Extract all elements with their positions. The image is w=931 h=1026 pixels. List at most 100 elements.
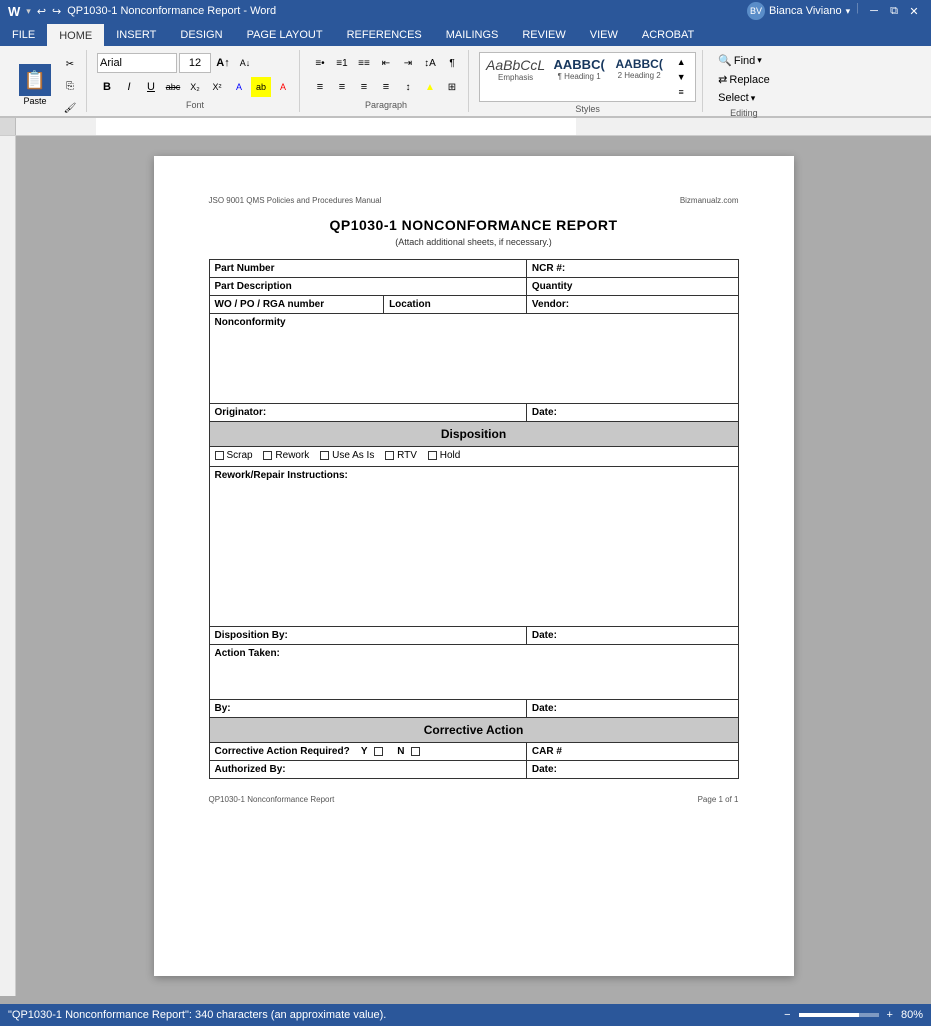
style-heading1[interactable]: AABBC( ¶ Heading 1: [549, 55, 609, 99]
ruler: [0, 118, 931, 136]
tab-references[interactable]: REFERENCES: [335, 24, 434, 46]
corrective-action-header: Corrective Action: [209, 718, 738, 743]
tab-acrobat[interactable]: ACROBAT: [630, 24, 706, 46]
justify-button[interactable]: ≡: [376, 77, 396, 97]
originator-label: Originator:: [209, 404, 526, 422]
document-title: QP1030-1 NONCONFORMANCE REPORT: [209, 217, 739, 233]
style-emphasis[interactable]: AaBbCcL Emphasis: [482, 55, 549, 99]
font-shrink-button[interactable]: A↓: [235, 53, 255, 73]
vendor-label: Vendor:: [526, 296, 738, 314]
decrease-indent-button[interactable]: ⇤: [376, 53, 396, 73]
copy-button[interactable]: ⎘: [60, 76, 80, 96]
styles-more[interactable]: ≡: [671, 84, 691, 99]
zoom-out-button[interactable]: −: [784, 1009, 790, 1021]
paste-button[interactable]: 📋 Paste: [12, 61, 58, 109]
quantity-label: Quantity: [526, 278, 738, 296]
replace-button[interactable]: ⇄ Replace: [713, 71, 775, 88]
part-number-label: Part Number: [209, 260, 526, 278]
bullets-button[interactable]: ≡•: [310, 53, 330, 73]
format-painter-button[interactable]: 🖌: [60, 98, 80, 118]
disposition-header: Disposition: [209, 422, 738, 447]
originator-date-label: Date:: [526, 404, 738, 422]
corrective-action-required-label: Corrective Action Required? Y N: [209, 743, 526, 761]
disposition-by-label: Disposition By:: [209, 627, 526, 645]
authorized-by-label: Authorized By:: [209, 761, 526, 779]
align-left-button[interactable]: ≡: [310, 77, 330, 97]
font-family-input[interactable]: [97, 53, 177, 73]
multilevel-list-button[interactable]: ≡≡: [354, 53, 374, 73]
styles-content: AaBbCcL Emphasis AABBC( ¶ Heading 1 AABB…: [479, 52, 696, 102]
n-label: N: [397, 746, 404, 757]
text-highlight-button[interactable]: ab: [251, 77, 271, 97]
status-text: "QP1030-1 Nonconformance Report": 340 ch…: [8, 1009, 386, 1021]
minimize-button[interactable]: ─: [865, 2, 883, 20]
restore-button[interactable]: ⧉: [885, 2, 903, 20]
action-taken-label: Action Taken:: [209, 645, 738, 700]
font-format-row: B I U abc X₂ X² A ab A: [97, 77, 293, 97]
find-button[interactable]: 🔍 Find ▾: [713, 52, 775, 69]
disposition-header-row: Disposition: [209, 422, 738, 447]
n-checkbox: [411, 747, 420, 756]
paragraph-group-label: Paragraph: [365, 98, 407, 110]
quick-access-redo[interactable]: ↪: [52, 5, 61, 18]
tab-page-layout[interactable]: PAGE LAYOUT: [235, 24, 335, 46]
text-effects-button[interactable]: A: [229, 77, 249, 97]
authorized-by-row: Authorized By: Date:: [209, 761, 738, 779]
zoom-track: [799, 1013, 859, 1017]
font-size-input[interactable]: [179, 53, 211, 73]
tab-insert[interactable]: INSERT: [104, 24, 168, 46]
align-center-button[interactable]: ≡: [332, 77, 352, 97]
subscript-button[interactable]: X₂: [185, 77, 205, 97]
document-subtitle: (Attach additional sheets, if necessary.…: [209, 237, 739, 247]
tab-design[interactable]: DESIGN: [168, 24, 234, 46]
editing-tools: 🔍 Find ▾ ⇄ Replace Select ▾: [713, 52, 775, 106]
page-container[interactable]: JSO 9001 QMS Policies and Procedures Man…: [16, 136, 931, 996]
tab-review[interactable]: REVIEW: [510, 24, 577, 46]
by-label: By:: [209, 700, 526, 718]
cut-button[interactable]: ✂: [60, 54, 80, 74]
tab-mailings[interactable]: MAILINGS: [434, 24, 511, 46]
superscript-button[interactable]: X²: [207, 77, 227, 97]
zoom-slider[interactable]: [799, 1013, 879, 1017]
user-dropdown-icon[interactable]: ▾: [846, 6, 851, 17]
numbering-button[interactable]: ≡1: [332, 53, 352, 73]
rework-instructions-row: Rework/Repair Instructions:: [209, 467, 738, 627]
align-right-button[interactable]: ≡: [354, 77, 374, 97]
underline-button[interactable]: U: [141, 77, 161, 97]
italic-button[interactable]: I: [119, 77, 139, 97]
close-button[interactable]: ✕: [905, 2, 923, 20]
sort-button[interactable]: ↕A: [420, 53, 440, 73]
borders-button[interactable]: ⊞: [442, 77, 462, 97]
ribbon-group-editing: 🔍 Find ▾ ⇄ Replace Select ▾ Editing: [707, 50, 781, 112]
styles-scroll-up[interactable]: ▲: [671, 55, 691, 70]
action-taken-row: Action Taken:: [209, 645, 738, 700]
ncr-label: NCR #:: [526, 260, 738, 278]
search-icon: 🔍: [718, 54, 732, 67]
font-grow-button[interactable]: A↑: [213, 53, 233, 73]
shading-button[interactable]: ▲: [420, 77, 440, 97]
hold-checkbox: Hold: [428, 450, 461, 461]
user-name: Bianca Viviano: [769, 5, 842, 17]
tab-home[interactable]: HOME: [47, 24, 104, 46]
styles-scroll-down[interactable]: ▼: [671, 70, 691, 85]
select-dropdown-icon: ▾: [751, 93, 756, 104]
bold-button[interactable]: B: [97, 77, 117, 97]
line-spacing-button[interactable]: ↕: [398, 77, 418, 97]
strikethrough-button[interactable]: abc: [163, 77, 183, 97]
ribbon-group-font: A↑ A↓ B I U abc X₂ X² A ab A Font: [91, 50, 300, 112]
rework-instructions-label: Rework/Repair Instructions:: [209, 467, 738, 627]
quick-access-undo[interactable]: ↩: [37, 5, 46, 18]
tab-file[interactable]: FILE: [0, 24, 47, 46]
select-button[interactable]: Select ▾: [713, 90, 775, 106]
increase-indent-button[interactable]: ⇥: [398, 53, 418, 73]
footer-left: QP1030-1 Nonconformance Report: [209, 795, 335, 804]
style-heading2[interactable]: AABBC( 2 Heading 2: [609, 55, 669, 99]
location-label: Location: [384, 296, 527, 314]
show-formatting-button[interactable]: ¶: [442, 53, 462, 73]
font-color-button[interactable]: A: [273, 77, 293, 97]
font-group-label: Font: [186, 98, 204, 110]
tab-view[interactable]: VIEW: [578, 24, 630, 46]
corrective-action-header-row: Corrective Action: [209, 718, 738, 743]
clipboard-group-content: 📋 Paste ✂ ⎘ 🖌: [12, 52, 80, 118]
zoom-in-button[interactable]: +: [887, 1009, 893, 1021]
